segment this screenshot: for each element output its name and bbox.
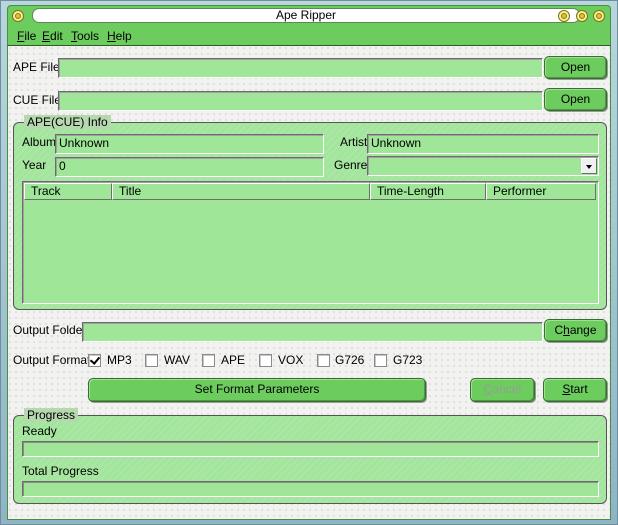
ape-open-button[interactable]: Open: [544, 56, 607, 79]
format-g723-checkbox[interactable]: [374, 354, 387, 367]
menu-edit-mnemonic: E: [42, 29, 51, 43]
output-format-label: Output Format:: [13, 353, 94, 367]
minimize-button[interactable]: [558, 10, 570, 22]
cue-file-input[interactable]: [58, 91, 543, 111]
start-button[interactable]: Start: [543, 378, 607, 402]
column-header-time-length[interactable]: Time-Length: [370, 183, 486, 200]
menu-help[interactable]: Help: [107, 29, 132, 43]
cue-file-label: CUE File: [13, 93, 62, 107]
close-button[interactable]: [593, 10, 605, 22]
menu-tools-label: ools: [77, 29, 100, 43]
year-label: Year: [22, 158, 47, 172]
format-g726-label[interactable]: G726: [335, 353, 364, 367]
column-header-track[interactable]: Track: [24, 183, 112, 200]
format-vox-checkbox[interactable]: [259, 354, 272, 367]
progress-status-label: Ready: [22, 424, 57, 438]
menu-edit-label: dit: [50, 29, 63, 43]
app-window: Ape Ripper File Edit Tools Help APE File…: [0, 0, 618, 525]
menu-file-label: ile: [24, 29, 37, 43]
format-ape-label[interactable]: APE: [221, 353, 245, 367]
menu-help-mnemonic: H: [107, 29, 116, 43]
cue-open-button[interactable]: Open: [544, 88, 607, 111]
format-vox-label[interactable]: VOX: [278, 353, 303, 367]
column-header-performer[interactable]: Performer: [486, 183, 596, 200]
change-label-prefix: C: [554, 323, 564, 337]
menu-bar: File Edit Tools Help: [7, 25, 611, 46]
format-wav-label[interactable]: WAV: [164, 353, 190, 367]
total-progress-label: Total Progress: [22, 464, 99, 478]
genre-label: Genre: [334, 158, 368, 172]
artist-label: Artist: [340, 135, 368, 149]
ape-file-label: APE File: [13, 60, 60, 74]
track-list-header: Track Title Time-Length Performer: [24, 183, 597, 200]
menu-tools[interactable]: Tools: [71, 29, 99, 43]
chevron-down-icon[interactable]: [581, 158, 597, 174]
column-header-title[interactable]: Title: [112, 183, 370, 200]
album-label: Album: [22, 135, 57, 149]
output-folder-label: Output Folder: [13, 323, 87, 337]
cancel-label: ancel: [492, 382, 522, 396]
artist-input[interactable]: Unknown: [367, 134, 599, 154]
genre-select[interactable]: [367, 156, 599, 176]
change-label-mnemonic: h: [563, 323, 570, 337]
total-progress-bar: [22, 481, 599, 497]
cancel-button[interactable]: Cancel: [470, 378, 535, 402]
format-g723-label[interactable]: G723: [393, 353, 422, 367]
format-wav-checkbox[interactable]: [145, 354, 158, 367]
format-ape-checkbox[interactable]: [202, 354, 215, 367]
current-progress-bar: [22, 441, 599, 457]
change-label-suffix: ange: [569, 323, 597, 337]
progress-group-legend: Progress: [24, 408, 79, 422]
format-mp3-label[interactable]: MP3: [107, 353, 132, 367]
year-input[interactable]: 0: [55, 157, 324, 177]
album-input[interactable]: Unknown: [55, 134, 324, 154]
menu-edit[interactable]: Edit: [42, 29, 63, 43]
window-title: Ape Ripper: [32, 8, 580, 23]
set-format-parameters-button[interactable]: Set Format Parameters: [88, 378, 426, 402]
start-label: tart: [570, 382, 588, 396]
output-folder-input[interactable]: [82, 322, 543, 342]
change-folder-button[interactable]: Change: [544, 319, 607, 342]
track-list[interactable]: Track Title Time-Length Performer: [22, 181, 599, 304]
format-mp3-checkbox[interactable]: [88, 354, 101, 367]
menu-file[interactable]: File: [17, 29, 36, 43]
main-panel: APE File Open CUE File Open APE(CUE) Inf…: [7, 46, 611, 520]
ape-file-input[interactable]: [58, 58, 543, 78]
menu-help-label: elp: [115, 29, 132, 43]
info-group-legend: APE(CUE) Info: [24, 115, 111, 129]
format-g726-checkbox[interactable]: [317, 354, 330, 367]
title-bar[interactable]: Ape Ripper: [7, 5, 611, 25]
maximize-button[interactable]: [576, 10, 588, 22]
system-menu-icon[interactable]: [12, 10, 24, 22]
